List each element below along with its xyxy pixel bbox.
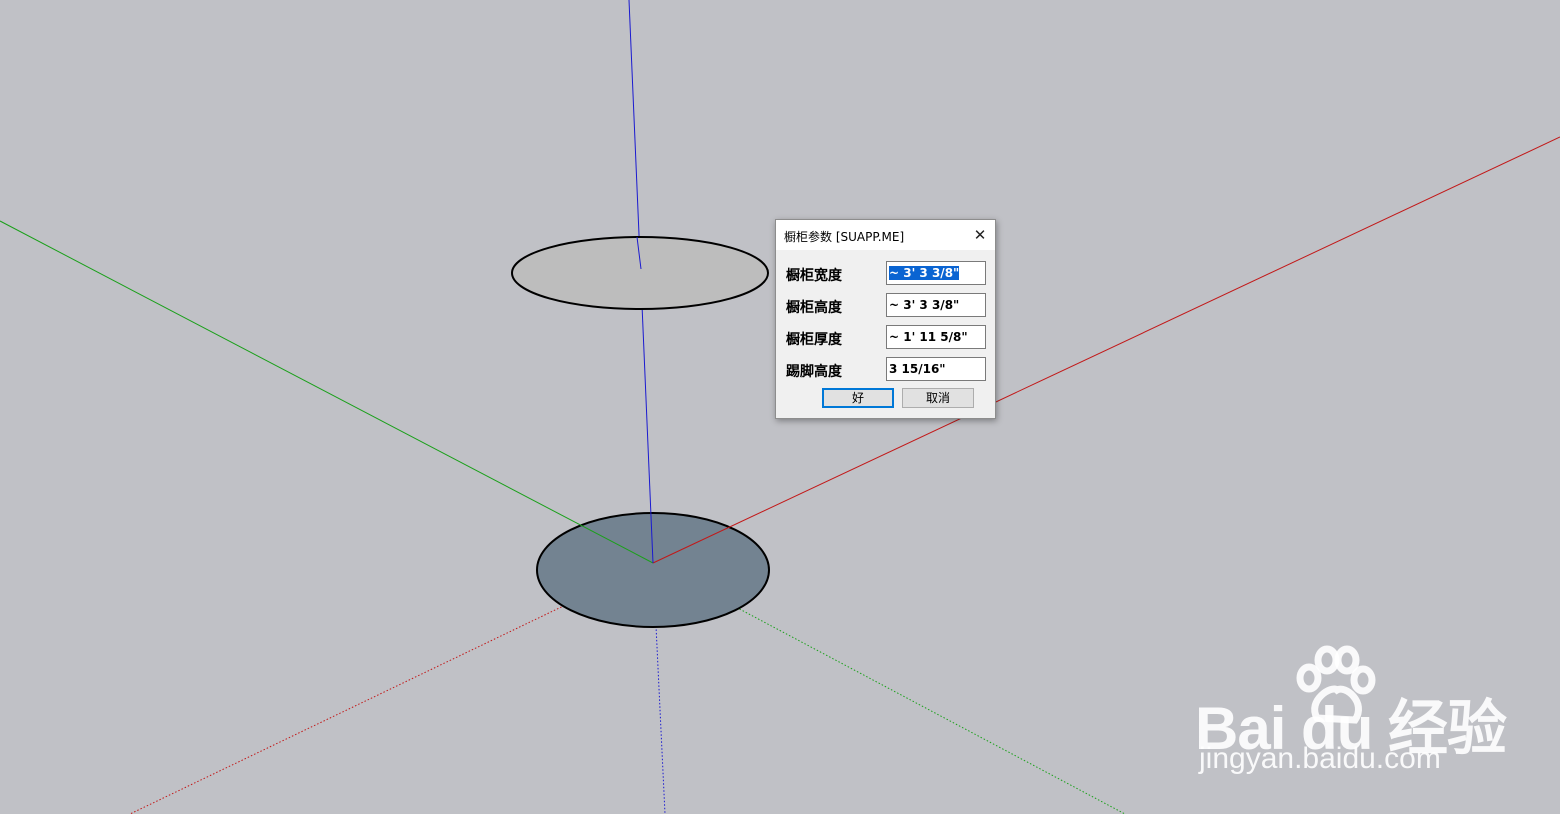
upper-circle-face[interactable]: [511, 236, 769, 310]
height-input-value: ~ 3' 3 3/8": [889, 298, 960, 312]
field-row-kickboard: 踢脚高度 3 15/16": [786, 357, 986, 381]
dialog-titlebar[interactable]: 橱柜参数 [SUAPP.ME] ✕: [776, 220, 995, 250]
watermark-url: jingyan.baidu.com: [1199, 742, 1441, 775]
width-label: 橱柜宽度: [786, 268, 842, 284]
depth-label: 橱柜厚度: [786, 332, 842, 348]
cabinet-params-dialog: 橱柜参数 [SUAPP.ME] ✕ 橱柜宽度 ~ 3' 3 3/8" 橱柜高度 …: [775, 219, 996, 419]
depth-input-value: ~ 1' 11 5/8": [889, 330, 968, 344]
ok-button[interactable]: 好: [822, 388, 894, 408]
kickboard-label: 踢脚高度: [786, 364, 842, 380]
field-row-depth: 橱柜厚度 ~ 1' 11 5/8": [786, 325, 986, 349]
width-input[interactable]: ~ 3' 3 3/8": [886, 261, 986, 285]
dialog-title: 橱柜参数 [SUAPP.ME]: [784, 230, 905, 244]
kickboard-input[interactable]: 3 15/16": [886, 357, 986, 381]
field-row-height: 橱柜高度 ~ 3' 3 3/8": [786, 293, 986, 317]
kickboard-input-value: 3 15/16": [889, 362, 946, 376]
height-input[interactable]: ~ 3' 3 3/8": [886, 293, 986, 317]
lower-circle-face[interactable]: [536, 512, 770, 628]
width-input-value: ~ 3' 3 3/8": [889, 266, 960, 280]
baidu-watermark: Bai du 经验 jingyan.baidu.com: [1195, 640, 1507, 790]
depth-input[interactable]: ~ 1' 11 5/8": [886, 325, 986, 349]
close-icon[interactable]: ✕: [971, 226, 989, 244]
height-label: 橱柜高度: [786, 300, 842, 316]
field-row-width: 橱柜宽度 ~ 3' 3 3/8": [786, 261, 986, 285]
cancel-button[interactable]: 取消: [902, 388, 974, 408]
